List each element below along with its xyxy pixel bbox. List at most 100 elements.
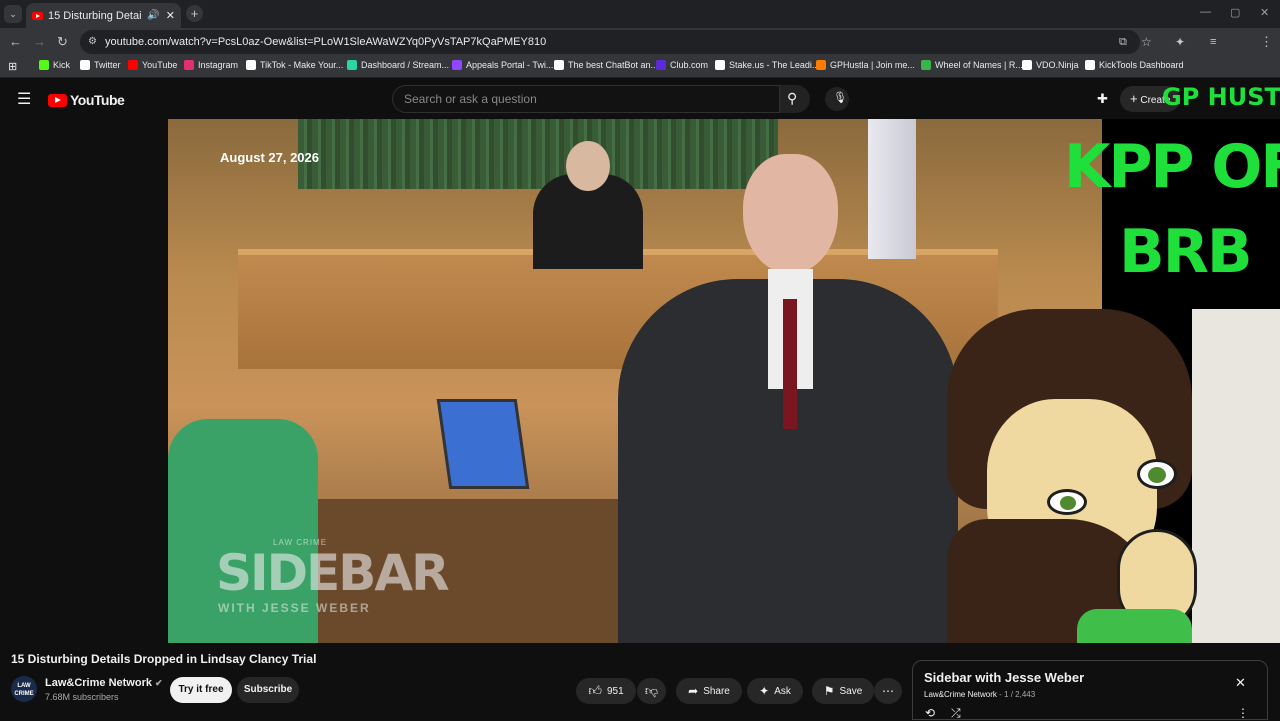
youtube-logo[interactable]: YouTube [48, 92, 125, 108]
bookmark-favicon-icon [347, 60, 357, 70]
sparkle-icon: ✦ [759, 684, 770, 698]
bookmark-favicon-icon [128, 60, 138, 70]
bookmark-favicon-icon [816, 60, 826, 70]
bookmark-item[interactable]: VDO.Ninja [1022, 60, 1079, 70]
video-title: 15 Disturbing Details Dropped in Lindsay… [11, 652, 317, 666]
reload-icon[interactable]: ↻ [57, 34, 68, 50]
clapper-icon[interactable]: ✚ [1097, 91, 1108, 107]
laptop [436, 399, 530, 489]
bookmark-item[interactable]: GPHustla | Join me... [816, 60, 915, 70]
bookmark-label: Wheel of Names | R... [935, 60, 1023, 70]
bookmark-item[interactable]: The best ChatBot an... [554, 60, 658, 70]
bookmark-item[interactable]: Stake.us - The Leadi... [715, 60, 819, 70]
bookmark-label: Twitter [94, 60, 121, 70]
share-button[interactable]: ➦ Share [676, 678, 742, 704]
thumbs-up-icon: 👍︎ [588, 683, 602, 698]
new-tab-button[interactable]: + [186, 5, 203, 22]
cast-icon[interactable]: ⧉ [1119, 34, 1127, 50]
cartoon-avatar [947, 309, 1197, 643]
bookmark-item[interactable]: Kick [39, 60, 70, 70]
bookmark-favicon-icon [554, 60, 564, 70]
playlist-close-icon[interactable]: ✕ [1235, 675, 1246, 691]
bookmark-label: The best ChatBot an... [568, 60, 659, 70]
channel-avatar[interactable]: LAW CRIME [11, 676, 37, 702]
save-label: Save [839, 685, 863, 697]
overlay-line-2: BRB [1119, 217, 1253, 287]
subscribe-button[interactable]: Subscribe [237, 677, 299, 703]
save-button[interactable]: ⚑ Save [812, 678, 874, 704]
site-info-icon[interactable]: ⚙ [88, 30, 97, 54]
bookmark-label: KickTools Dashboard [1099, 60, 1184, 70]
judge-head [566, 141, 610, 191]
dislike-button[interactable]: 👎︎ [637, 678, 666, 704]
like-button[interactable]: 👍︎ 951 [576, 678, 636, 704]
bookmark-icon: ⚑ [823, 684, 835, 698]
playlist-panel: Sidebar with Jesse Weber Law&Crime Netwo… [912, 660, 1268, 720]
bookmark-item[interactable]: TikTok - Make Your... [246, 60, 343, 70]
extensions-icon[interactable]: ✦ [1175, 34, 1185, 50]
search-button[interactable]: ⚲ [780, 85, 810, 113]
browser-tab-active[interactable]: 15 Disturbing Details Dropp 🔊 ✕ [26, 3, 181, 28]
youtube-play-icon [48, 93, 67, 107]
minimize-icon[interactable]: — [1200, 6, 1211, 18]
bookmark-label: VDO.Ninja [1036, 60, 1079, 70]
playlist-title[interactable]: Sidebar with Jesse Weber [924, 670, 1084, 685]
overlay-line-1: KPP OFF [1064, 132, 1280, 202]
loop-icon[interactable]: ⟲ [925, 706, 935, 720]
verified-icon: ✔ [155, 678, 163, 688]
bookmark-item[interactable]: YouTube [128, 60, 177, 70]
tab-search-button[interactable]: ⌄ [4, 5, 22, 23]
bookmark-favicon-icon [246, 60, 256, 70]
window-close-icon[interactable]: ✕ [1260, 6, 1269, 19]
media-controls-icon[interactable]: ≡ [1210, 34, 1216, 50]
bookmark-item[interactable]: Twitter [80, 60, 121, 70]
voice-search-button[interactable]: 🎙 [825, 87, 849, 111]
hamburger-menu-icon[interactable]: ☰ [17, 89, 31, 109]
more-actions-button[interactable]: ⋯ [874, 678, 902, 704]
restore-icon[interactable]: ▢ [1230, 6, 1240, 19]
avatar-eye-right [1137, 459, 1177, 489]
attorney-head [743, 154, 838, 274]
address-bar[interactable]: ⚙ youtube.com/watch?v=PcsL0az-Oew&list=P… [80, 30, 1140, 54]
bookmark-item[interactable]: Appeals Portal - Twi... [452, 60, 553, 70]
search-input[interactable]: Search or ask a question [392, 85, 780, 113]
tab-close-icon[interactable]: ✕ [166, 9, 175, 22]
forward-icon[interactable]: → [33, 34, 46, 50]
bookmark-label: Club.com [670, 60, 709, 70]
bookmark-favicon-icon [80, 60, 90, 70]
ask-button[interactable]: ✦ Ask [747, 678, 803, 704]
bookmark-item[interactable]: Club.com [656, 60, 708, 70]
share-icon: ➦ [688, 684, 699, 698]
menu-kebab-icon[interactable]: ⋮ [1260, 34, 1273, 50]
search-placeholder: Search or ask a question [404, 92, 537, 106]
apps-grid-icon[interactable]: ⊞ [8, 60, 17, 73]
shuffle-icon[interactable]: ⤮ [951, 706, 961, 721]
bookmark-label: Dashboard / Stream... [361, 60, 450, 70]
browser-tab-strip: ⌄ 15 Disturbing Details Dropp 🔊 ✕ + — ▢ … [0, 0, 1280, 28]
bookmark-item[interactable]: KickTools Dashboard [1085, 60, 1184, 70]
try-free-button[interactable]: Try it free [170, 677, 232, 703]
plus-icon: + [1130, 91, 1138, 106]
thumbs-down-icon: 👎︎ [644, 683, 659, 698]
bookmark-label: Kick [53, 60, 71, 70]
like-count: 951 [606, 685, 624, 697]
more-horizontal-icon: ⋯ [882, 684, 894, 698]
playlist-channel[interactable]: Law&Crime Network [924, 690, 997, 699]
subscriber-count: 7.68M subscribers [45, 692, 119, 702]
bookmark-item[interactable]: Dashboard / Stream... [347, 60, 449, 70]
watermark-subtitle: WITH JESSE WEBER [218, 601, 371, 615]
back-icon[interactable]: ← [9, 34, 22, 50]
bookmark-favicon-icon [656, 60, 666, 70]
speaker-icon[interactable]: 🔊 [147, 10, 159, 21]
channel-name[interactable]: Law&Crime Network ✔ [45, 677, 163, 689]
share-label: Share [703, 685, 730, 697]
watermark-sidebar: SIDEBAR [216, 544, 450, 602]
attorney-tie [783, 299, 797, 429]
bookmark-star-icon[interactable]: ☆ [1141, 34, 1152, 50]
bookmarks-bar: ⊞ Kick Twitter YouTube Instagram TikTok - Ma… [0, 56, 1280, 78]
bookmark-item[interactable]: Wheel of Names | R... [921, 60, 1023, 70]
bookmark-item[interactable]: Instagram [184, 60, 238, 70]
search-icon: ⚲ [787, 90, 798, 106]
playlist-menu-icon[interactable]: ⋮ [1237, 706, 1249, 720]
url-text: youtube.com/watch?v=PcsL0az-Oew&list=PLo… [105, 36, 547, 48]
